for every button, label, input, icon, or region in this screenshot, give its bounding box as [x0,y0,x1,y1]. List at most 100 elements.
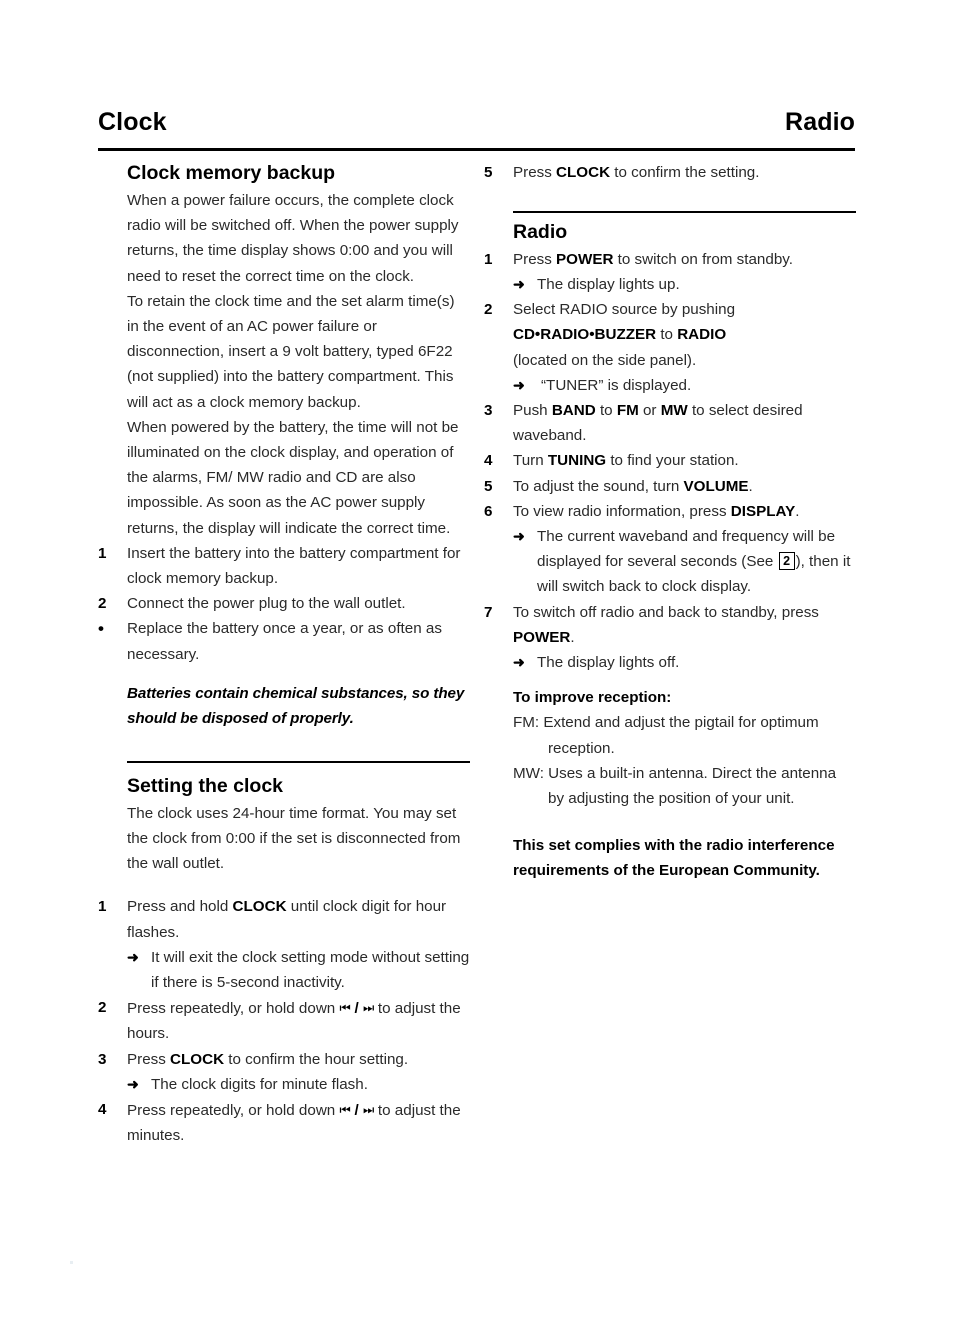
paragraph-retain-clock-time: To retain the clock time and the set ala… [127,292,455,411]
list-item-text: To switch off radio and back to standby,… [513,604,819,646]
header-divider [98,148,855,151]
key-label-clock: CLOCK [556,164,611,181]
list-marker: 5 [484,477,493,495]
arrow-icon: ➜ [127,1075,139,1092]
key-label-clock: CLOCK [170,1050,225,1068]
arrow-icon: ➜ [513,654,525,671]
reception-tip-mw: MW: Uses a built-in antenna. Direct the … [513,764,837,808]
list-marker: 4 [484,452,493,470]
list-marker: 5 [484,164,493,181]
list-item-text: Press CLOCK to confirm the hour setting. [127,1051,408,1068]
right-column: 5 Press CLOCK to confirm the setting. Ra… [484,160,856,884]
result-text: The display lights off. [537,654,680,672]
figure-reference-box: 2 [778,552,795,571]
list-marker: 3 [98,1050,107,1068]
result-text: The current waveband and frequency will … [537,528,850,595]
running-head-right-title: Radio [785,108,855,136]
running-head-left-title: Clock [98,108,167,136]
list-item-text: Press CLOCK to confirm the setting. [513,164,759,181]
skip-previous-icon: ⏮ [339,1102,351,1118]
list-marker: 2 [484,301,493,319]
paragraph-power-failure: When a power failure occurs, the complet… [127,192,459,285]
key-label-tuning: TUNING [547,452,607,470]
list-item-text: Press POWER to switch on from standby. [513,251,793,268]
result-text: The display lights up. [537,276,680,293]
list-item: 1 Press POWER to switch on from standby. [484,247,856,272]
paragraph-battery-powered: When powered by the battery, the time wi… [127,418,459,537]
list-marker: • [98,619,104,639]
arrow-icon: ➜ [127,948,139,965]
list-marker: 6 [484,502,493,520]
manual-page: Clock Radio Clock memory backup When a p… [0,0,954,1333]
list-marker: 1 [98,544,107,562]
step-line-3: (located on the side panel). [513,351,697,369]
result-line: ➜ “TUNER” is displayed. [513,373,856,398]
step-text-1: Push [513,402,552,420]
compliance-statement: This set complies with the radio interfe… [513,837,835,880]
list-marker: 4 [98,1101,107,1119]
key-label-mw: MW [660,402,688,420]
result-text: “TUNER” is displayed. [541,376,692,394]
step-text-2: . [748,477,753,495]
list-item-text: Push BAND to FM or MW to select desired … [513,402,803,444]
list-item: 3 Push BAND to FM or MW to select desire… [484,398,856,448]
skip-next-icon: ⏭ [362,1000,374,1016]
arrow-icon: ➜ [513,376,525,393]
list-item: 1 Press and hold CLOCK until clock digit… [98,894,470,944]
section-heading-clock-memory-backup: Clock memory backup [127,162,336,184]
step-text-after: to confirm the hour setting. [224,1050,409,1068]
result-line: ➜ The clock digits for minute flash. [127,1072,470,1097]
key-label-volume: VOLUME [683,477,749,495]
arrow-icon: ➜ [513,528,525,545]
glyph-separator: / [354,1000,359,1018]
step-text-before: Press and hold [127,898,233,916]
running-head: Clock Radio [98,110,855,135]
list-item-text: Insert the battery into the battery comp… [127,544,461,588]
list-marker: 2 [98,999,107,1017]
list-item-text: Press and hold CLOCK until clock digit f… [127,898,446,940]
list-item-text: Press repeatedly, or hold down ⏮ / ⏭ to … [127,1000,461,1042]
list-item-text: Replace the battery once a year, or as o… [127,620,442,663]
step-text-2: to [595,402,617,420]
key-label-radio: RADIO [677,326,727,344]
list-marker: 3 [484,402,493,420]
paragraph-clock-format: The clock uses 24-hour time format. You … [127,804,461,873]
step-text-after: to confirm the setting. [610,164,760,181]
key-label-display: DISPLAY [730,502,796,520]
step-text-mid: to [656,326,678,344]
skip-next-icon: ⏭ [362,1102,374,1118]
list-marker: 1 [98,898,107,916]
list-item-text: Connect the power plug to the wall outle… [127,595,406,613]
key-label-power: POWER [513,628,571,646]
subheading-improve-reception: To improve reception: [513,689,672,707]
list-marker: 1 [484,250,493,268]
result-line: ➜ The current waveband and frequency wil… [513,524,856,600]
left-column: Clock memory backup When a power failure… [98,160,470,1149]
step-text-1: Turn [513,452,548,470]
list-item: 2 Select RADIO source by pushing CD•RADIO… [484,297,856,373]
key-label-power: POWER [556,250,614,268]
key-label-fm: FM [616,402,639,420]
result-text: The clock digits for minute flash. [151,1075,368,1093]
list-item-text: Press repeatedly, or hold down ⏮ / ⏭ to … [127,1102,461,1144]
result-line: ➜ The display lights off. [513,650,856,675]
step-text-before: Press [127,1050,171,1068]
step-text-1: To view radio information, press [513,502,731,520]
step-text-before: Press repeatedly, or hold down [127,1000,340,1018]
step-text-3: or [638,402,661,420]
step-text-after: to switch on from standby. [613,250,793,268]
page-artifact-mark [70,1261,73,1264]
result-text: It will exit the clock setting mode with… [151,948,470,992]
arrow-icon: ➜ [513,276,525,292]
skip-previous-icon: ⏮ [339,1000,351,1016]
list-item: 6 To view radio information, press DISPL… [484,499,856,524]
list-item: 2 Press repeatedly, or hold down ⏮ / ⏭ t… [98,995,470,1046]
list-item-text: Select RADIO source by pushing CD•RADIO•B… [513,301,735,368]
list-item: 4 Press repeatedly, or hold down ⏮ / ⏭ t… [98,1097,470,1148]
list-item: 5 Press CLOCK to confirm the setting. [484,160,856,185]
list-item: 7 To switch off radio and back to standb… [484,600,856,650]
glyph-separator: / [354,1102,359,1120]
list-item-text: Turn TUNING to find your station. [513,452,739,469]
step-text-1: To adjust the sound, turn [513,477,684,495]
list-marker: 7 [484,603,493,621]
